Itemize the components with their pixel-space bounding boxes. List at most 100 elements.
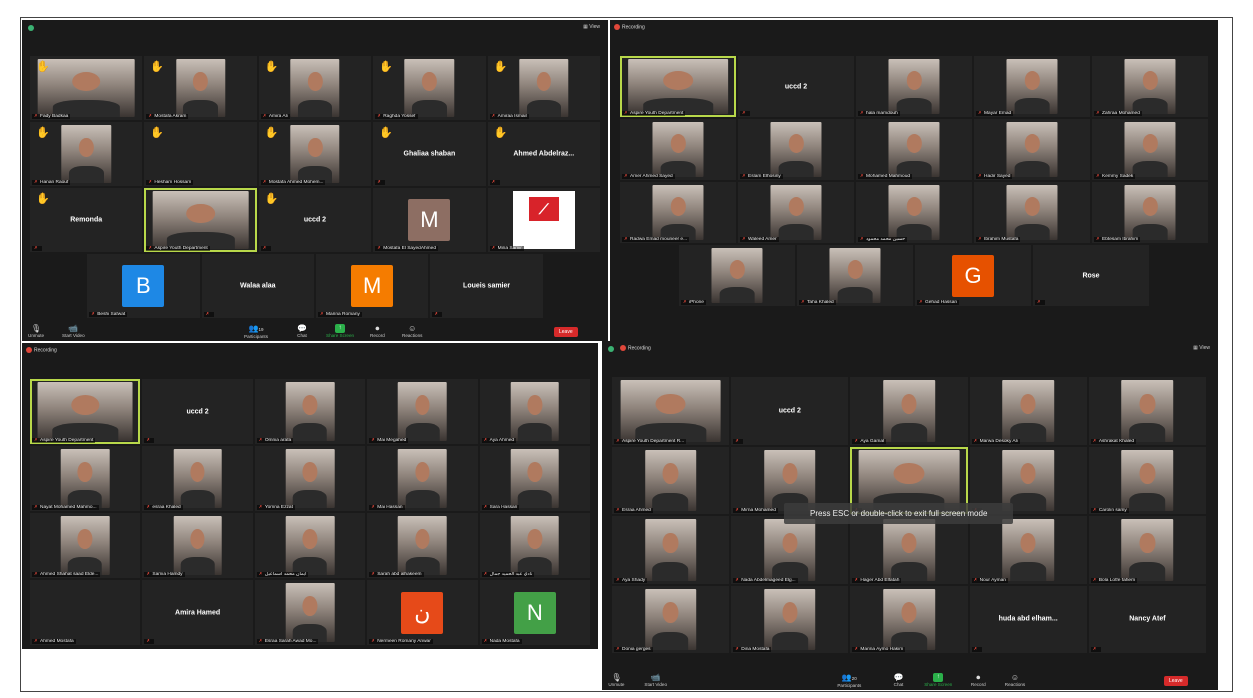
participant-tile[interactable]: ✗ Marina Aymo Hakim [850,585,968,653]
participant-tile[interactable]: ✗ Ibrahim Mustafa [974,182,1090,243]
participant-tile[interactable]: ✗ Zahraa Mohamed [1092,56,1208,117]
participant-tile[interactable]: Loueis samier ✗ [430,254,543,318]
participants-button[interactable]: 👥19 Participants [244,324,268,339]
participant-tile[interactable]: ✗ Radwa Emad mouneer e... [620,182,736,243]
leave-button[interactable]: Leave [554,327,578,337]
participant-tile[interactable]: uccd 2 ✗ [731,377,849,445]
participant-tile[interactable]: ✗ Esraa Ahmed [612,446,730,514]
muted-mic-icon: ✗ [491,114,496,119]
participant-tile[interactable]: Amira Hamed ✗ [142,580,253,645]
participant-tile[interactable]: ✋ ✗ Hesham Hossam [144,122,257,186]
participants-button[interactable]: 👥20 Participants [837,673,861,688]
participant-tile[interactable]: ✗ Esraa Sarah Awad Mo... [254,580,366,645]
reactions-button[interactable]: ☺ Reactions [402,324,422,338]
participant-tile[interactable]: ✗ Ahmed Mostafa [30,580,141,645]
participant-tile[interactable]: ✗ Mayar Emad [974,56,1090,117]
participant-tile[interactable]: ✗ Ashrakat Khaled [1088,377,1206,445]
record-button[interactable]: ⏺ Record [370,324,385,338]
participant-tile[interactable]: ✗ Nada Abdelmageed Elg... [731,516,849,584]
participant-tile[interactable]: ✗ Aspire Youth Department [620,56,736,117]
start-video-button[interactable]: 📹 Start Video [644,673,667,687]
participant-tile[interactable]: ✗ Marwa Desoky Ali [969,377,1087,445]
participant-tile[interactable]: ✗ Sarah abd alhakeem [367,513,478,578]
participant-tile[interactable]: ✋ ✗ Amira Ali [258,56,372,120]
participant-tile[interactable]: ✋ ✗ Mostafa Akram [144,56,257,120]
participant-tile[interactable]: ✗ Mai Megahed [367,379,478,444]
participant-tile[interactable]: huda abd elham... ✗ [969,585,1087,653]
participant-tile[interactable]: ✗ Nayat Mohamed Mahmo... [30,446,141,511]
participant-tile[interactable]: ✗ نادي عبد الحميد جمال [479,513,590,578]
participant-tile[interactable]: M ✗ Marina Romany [316,254,429,318]
participant-tile[interactable]: ✗ Kemmy Sadek [1092,119,1208,180]
participant-tile[interactable]: B ✗ Beshi Safwat [87,254,200,318]
participant-tile[interactable]: ✗ Ebtesam Ibrahim [1092,182,1208,243]
participant-tile[interactable]: G ✗ Gehad Hassan [915,245,1031,306]
participant-tile[interactable]: ✗ Samia Hamdy [142,513,253,578]
participant-tile[interactable]: ✗ Carolin samy [1088,446,1206,514]
participant-tile[interactable]: ✗ Aspire Youth Department R... [612,377,730,445]
participant-tile[interactable]: ✗ Aya Gamal [850,377,968,445]
participant-tile[interactable]: ✗ Hadir Sayed [974,119,1090,180]
recording-indicator[interactable]: Recording [26,347,57,353]
chat-button[interactable]: 💬 Chat [894,673,904,687]
participant-tile[interactable]: Rose ✗ [1033,245,1149,306]
participant-tile[interactable]: ✗ Yomna Ezzat [254,446,366,511]
recording-indicator[interactable]: Recording [620,345,651,351]
participant-tile[interactable]: ✗ Waleed Amer [738,182,854,243]
participant-tile[interactable]: uccd 2 ✗ [738,56,854,117]
participant-tile[interactable]: ✗ Eslam Elhosiny [738,119,854,180]
recording-indicator[interactable]: Recording [614,24,645,30]
view-button[interactable]: ▦ View [1193,345,1210,351]
participant-tile[interactable]: Walaa alaa ✗ [201,254,314,318]
unmute-button[interactable]: 🎙 Unmute [608,673,624,687]
participant-tile[interactable]: ✗ Hager Abd Elfatah [850,516,968,584]
reactions-button[interactable]: ☺ Reactions [1005,673,1025,687]
participant-tile[interactable]: N ✗ Nada Mostafa [479,580,590,645]
participant-display-name: Nancy Atef [1129,615,1166,623]
participant-tile[interactable]: ✗ iPhone [679,245,795,306]
participant-tile[interactable]: ✗ Mohamed Mahmoud [856,119,972,180]
participant-tile[interactable]: ✗ esraa Khaled [142,446,253,511]
participant-tile[interactable]: ✗ Mai Hassan [367,446,478,511]
participant-tile[interactable]: ✗ Nour Ayman [969,516,1087,584]
share-screen-button[interactable]: ↑ Share Screen [924,673,952,687]
participant-tile[interactable]: ✗ Dina Mostafa [731,585,849,653]
participant-tile[interactable]: ✗ حسين محمد محمود [856,182,972,243]
participant-tile[interactable]: ✋ ✗ Mostafa Ahmed Mohem... [258,122,372,186]
participant-tile[interactable]: Ghaliaa shaban ✋ ✗ [373,122,486,186]
participant-tile[interactable]: ✗ Donia gerges [612,585,730,653]
participant-tile[interactable]: ✋ ✗ Fady Badkaa [30,56,143,120]
participant-tile[interactable]: uccd 2 ✋ ✗ [258,188,372,252]
participant-tile[interactable]: ✗ ايمان محمد اسماعيل [254,513,366,578]
participant-tile[interactable]: ✗ Sara Hassan [479,446,590,511]
chat-button[interactable]: 💬 Chat [297,324,307,338]
encryption-shield-icon[interactable] [28,25,34,31]
participant-tile[interactable]: ✋ ✗ Amiraa Ismail [487,56,600,120]
encryption-shield-icon[interactable] [608,346,614,352]
view-button[interactable]: ▦ View [583,24,600,30]
participant-tile[interactable]: ✗ Aya Shady [612,516,730,584]
participant-tile[interactable]: ✋ ✗ Hanan Raouf [30,122,143,186]
unmute-button[interactable]: 🎙 Unmute [28,324,44,338]
participant-tile[interactable]: uccd 2 ✗ [142,379,253,444]
participant-tile[interactable]: M ✗ Mostafa El SayedAhmed [373,188,486,252]
start-video-button[interactable]: 📹 Start Video [62,324,85,338]
participant-tile[interactable]: ✗ Aya Ahmed [479,379,590,444]
participant-tile[interactable]: ✗ Aspire Youth Department [144,188,257,252]
participant-tile[interactable]: ن ✗ Nermeen Romany Anwar [367,580,478,645]
record-button[interactable]: ⏺ Record [971,673,986,687]
participant-tile[interactable]: ✗ Ahmed Shahat saad Elde... [30,513,141,578]
participant-tile[interactable]: ✗ Amer Ahmed Sayed [620,119,736,180]
participant-tile[interactable]: ✗ Bola Lotfe fahem [1088,516,1206,584]
participant-tile[interactable]: ✗ hala mamdouh [856,56,972,117]
participant-tile[interactable]: Remonda ✋ ✗ [30,188,143,252]
participant-tile[interactable]: Ahmed Abdelraz... ✋ ✗ [487,122,600,186]
participant-tile[interactable]: Nancy Atef ✗ [1088,585,1206,653]
share-screen-button[interactable]: ↑ Share Screen [326,324,354,338]
participant-tile[interactable]: ✋ ✗ Raghda Yossef [373,56,486,120]
participant-tile[interactable]: ✗ Omnia arafa [254,379,366,444]
participant-tile[interactable]: ✗ Taha Khaled [797,245,913,306]
leave-button[interactable]: Leave [1164,676,1188,686]
participant-tile[interactable]: ✗ Aspire Youth Department [30,379,141,444]
participant-tile[interactable]: ⟋ ✗ Mina Samir [487,188,600,252]
